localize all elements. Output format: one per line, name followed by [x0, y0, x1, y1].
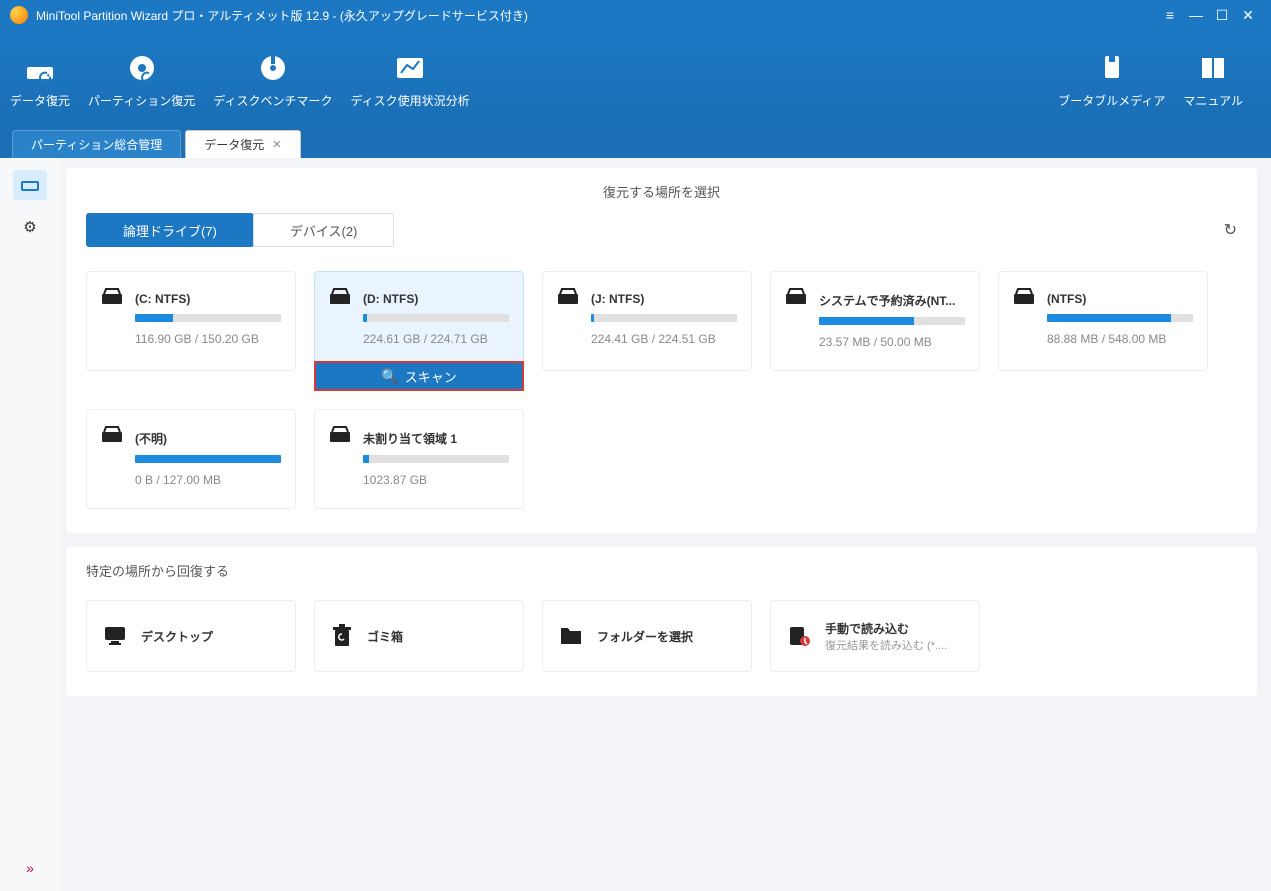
drive-card[interactable]: (不明) 0 B / 127.00 MB [86, 409, 296, 509]
partition-recovery-icon [88, 50, 195, 86]
location-recycle-label: ゴミ箱 [367, 628, 403, 645]
drive-size: 1023.87 GB [363, 473, 509, 487]
drive-name: (D: NTFS) [363, 292, 509, 306]
recycle-bin-icon [331, 624, 353, 648]
scan-button-label: スキャン [405, 367, 457, 386]
drive-size: 116.90 GB / 150.20 GB [135, 332, 281, 346]
refresh-icon[interactable]: ↻ [1224, 220, 1237, 240]
location-manual-sub: 復元結果を読み込む (*.... [825, 637, 947, 653]
left-sidebar: ⚙ » [0, 158, 60, 891]
close-button[interactable]: ✕ [1235, 7, 1261, 24]
drive-selection-panel: 復元する場所を選択 論理ドライブ(7) デバイス(2) ↻ (C: NTFS) 1… [66, 168, 1257, 533]
folder-icon [559, 626, 583, 646]
drive-size: 224.61 GB / 224.71 GB [363, 332, 509, 346]
title-bar: MiniTool Partition Wizard プロ・アルティメット版 12… [0, 0, 1271, 30]
tab-data-recovery-label: データ復元 [204, 136, 264, 153]
minimize-button[interactable]: — [1183, 7, 1209, 23]
drive-card[interactable]: 未割り当て領域 1 1023.87 GB [314, 409, 524, 509]
drive-size: 0 B / 127.00 MB [135, 473, 281, 487]
recover-location-panel: 特定の場所から回復する デスクトップ ゴミ箱 [66, 547, 1257, 696]
logical-drive-tab-label: 論理ドライブ(7) [123, 221, 217, 240]
drive-card[interactable]: (D: NTFS) 224.61 GB / 224.71 GB [314, 271, 524, 371]
drive-icon [1013, 288, 1035, 354]
location-desktop-label: デスクトップ [141, 628, 213, 645]
desktop-icon [103, 625, 127, 647]
partition-recovery-tool[interactable]: パーティション復元 [88, 50, 195, 109]
drive-icon [329, 288, 351, 354]
usage-bar [135, 455, 281, 463]
disk-benchmark-label: ディスクベンチマーク [213, 92, 332, 109]
app-logo-icon [10, 6, 28, 24]
scan-button[interactable]: 🔍 スキャン [314, 361, 524, 391]
drive-size: 224.41 GB / 224.51 GB [591, 332, 737, 346]
sidebar-expand-icon[interactable]: » [26, 860, 34, 876]
usage-bar [135, 314, 281, 322]
close-icon[interactable]: ✕ [272, 138, 281, 151]
tab-data-recovery[interactable]: データ復元 ✕ [185, 130, 300, 158]
usage-bar [591, 314, 737, 322]
location-manual-label: 手動で読み込む [825, 620, 947, 637]
manual-label: マニュアル [1183, 92, 1243, 109]
manual-load-icon [787, 625, 811, 647]
data-recovery-label: データ復元 [10, 92, 70, 109]
manual-icon [1183, 50, 1243, 86]
partition-recovery-label: パーティション復元 [88, 92, 195, 109]
location-desktop[interactable]: デスクトップ [86, 600, 296, 672]
disk-benchmark-tool[interactable]: ディスクベンチマーク [213, 50, 332, 109]
drive-icon [329, 426, 351, 492]
disk-benchmark-icon [213, 50, 332, 86]
logical-drive-tab[interactable]: 論理ドライブ(7) [86, 213, 254, 247]
location-recycle-bin[interactable]: ゴミ箱 [314, 600, 524, 672]
drive-card[interactable]: (NTFS) 88.88 MB / 548.00 MB [998, 271, 1208, 371]
sidebar-drive-icon[interactable] [13, 170, 47, 200]
sidebar-settings-icon[interactable]: ⚙ [13, 212, 47, 242]
usage-bar [363, 314, 509, 322]
main-toolbar: データ復元 パーティション復元 ディスクベンチマーク ディスク使用状況分析 ブー… [0, 30, 1271, 128]
drive-name: 未割り当て領域 1 [363, 430, 509, 447]
data-recovery-icon [10, 50, 70, 86]
bootable-media-icon [1058, 50, 1165, 86]
bootable-media-label: ブータブルメディア [1058, 92, 1165, 109]
menu-icon[interactable]: ≡ [1157, 7, 1183, 23]
device-tab[interactable]: デバイス(2) [253, 213, 395, 247]
recover-section-title: 特定の場所から回復する [86, 561, 1237, 580]
usage-bar [1047, 314, 1193, 322]
window-title: MiniTool Partition Wizard プロ・アルティメット版 12… [36, 7, 528, 24]
drive-name: システムで予約済み(NT... [819, 292, 965, 309]
drive-icon [785, 288, 807, 354]
data-recovery-tool[interactable]: データ復元 [10, 50, 70, 109]
location-select-folder[interactable]: フォルダーを選択 [542, 600, 752, 672]
disk-usage-label: ディスク使用状況分析 [350, 92, 469, 109]
search-icon: 🔍 [381, 368, 398, 385]
drive-name: (J: NTFS) [591, 292, 737, 306]
tab-partition-management[interactable]: パーティション総合管理 [12, 130, 181, 158]
manual-tool[interactable]: マニュアル [1183, 50, 1243, 109]
drive-name: (C: NTFS) [135, 292, 281, 306]
location-manual-load[interactable]: 手動で読み込む 復元結果を読み込む (*.... [770, 600, 980, 672]
disk-usage-tool[interactable]: ディスク使用状況分析 [350, 50, 469, 109]
bootable-media-tool[interactable]: ブータブルメディア [1058, 50, 1165, 109]
tab-partition-label: パーティション総合管理 [31, 136, 162, 153]
drive-card[interactable]: (C: NTFS) 116.90 GB / 150.20 GB [86, 271, 296, 371]
drive-icon [101, 288, 123, 354]
drive-name: (不明) [135, 430, 281, 447]
drive-size: 88.88 MB / 548.00 MB [1047, 332, 1193, 346]
drive-card[interactable]: システムで予約済み(NT... 23.57 MB / 50.00 MB [770, 271, 980, 371]
content-tabs: パーティション総合管理 データ復元 ✕ [0, 128, 1271, 158]
usage-bar [819, 317, 965, 325]
drive-size: 23.57 MB / 50.00 MB [819, 335, 965, 349]
drive-card[interactable]: (J: NTFS) 224.41 GB / 224.51 GB [542, 271, 752, 371]
location-folder-label: フォルダーを選択 [597, 628, 693, 645]
drive-icon [101, 426, 123, 492]
drive-icon [557, 288, 579, 354]
disk-usage-icon [350, 50, 469, 86]
maximize-button[interactable]: ☐ [1209, 7, 1235, 24]
device-tab-label: デバイス(2) [290, 221, 358, 240]
panel-heading: 復元する場所を選択 [86, 182, 1237, 201]
drive-name: (NTFS) [1047, 292, 1193, 306]
usage-bar [363, 455, 509, 463]
